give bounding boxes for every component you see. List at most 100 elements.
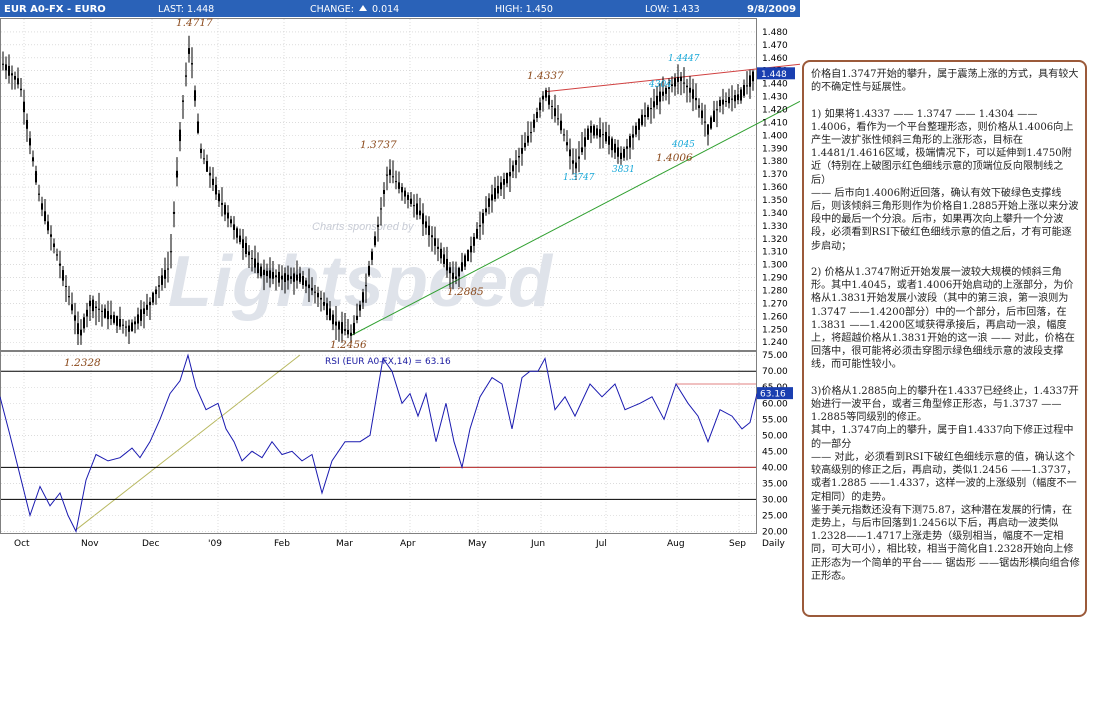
change-label: CHANGE: (310, 4, 354, 15)
candle-body (746, 85, 748, 87)
candle-body (377, 224, 379, 227)
x-tick-label: Mar (336, 539, 353, 549)
candle-body (356, 315, 358, 321)
candle-body (608, 136, 610, 145)
candle-body (266, 270, 268, 276)
price-y-tick: 1.290 (762, 274, 788, 284)
wave-label: 4045 (671, 140, 695, 150)
candle-body (83, 317, 85, 329)
candle-body (533, 119, 535, 128)
candle-body (47, 221, 49, 231)
candle-body (290, 276, 292, 279)
rsi-y-tick: 20.00 (762, 527, 788, 537)
price-y-tick: 1.310 (762, 248, 788, 258)
candle-body (101, 310, 103, 312)
candle-body (230, 219, 232, 224)
price-y-tick: 1.380 (762, 157, 788, 167)
candle-body (563, 134, 565, 136)
wave-label: 1.4006 (656, 152, 693, 164)
candle-body (560, 120, 562, 131)
candle-body (413, 205, 415, 207)
candle-body (428, 225, 430, 236)
candle-body (440, 248, 442, 259)
candle-body (269, 270, 271, 279)
candle-body (548, 95, 550, 105)
wave-label: 1.4447 (668, 54, 700, 64)
candle-body (257, 262, 259, 274)
x-tick-label: May (468, 539, 487, 549)
candle-body (8, 65, 10, 76)
candle-body (236, 228, 238, 238)
candle-body (323, 302, 325, 306)
candle-body (44, 211, 46, 222)
candle-body (365, 285, 367, 287)
candle-body (158, 285, 160, 287)
price-y-tick: 1.430 (762, 93, 788, 103)
candle-body (191, 63, 193, 65)
x-tick-label: Jun (530, 539, 545, 549)
wave-label: 1.4337 (527, 70, 564, 82)
price-y-tick: 1.350 (762, 196, 788, 206)
price-y-tick: 1.270 (762, 299, 788, 309)
chart-canvas: EUR A0-FX - EURO LAST: 1.448 CHANGE: 0.0… (0, 0, 800, 549)
candle-body (503, 179, 505, 185)
candle-body (68, 296, 70, 298)
candle-body (155, 289, 157, 295)
candle-body (299, 273, 301, 282)
candle-body (2, 63, 4, 65)
candle-body (461, 262, 463, 271)
candle-body (422, 213, 424, 225)
candle-body (488, 198, 490, 207)
candle-body (629, 135, 631, 148)
wave-label: 1.2885 (447, 286, 484, 298)
candle-body (185, 75, 187, 77)
candle-body (698, 105, 700, 109)
candle-body (539, 102, 541, 111)
candle-body (524, 142, 526, 148)
candle-body (395, 181, 397, 183)
candle-body (692, 89, 694, 99)
x-tick-label: Sep (729, 539, 746, 549)
candle-body (584, 137, 586, 147)
wave-label: 1.3737 (360, 139, 397, 151)
candle-body (95, 306, 97, 309)
candle-body (221, 202, 223, 205)
candle-body (11, 73, 13, 76)
candle-body (179, 129, 181, 142)
candle-body (311, 287, 313, 291)
candle-body (350, 332, 352, 336)
candle-body (14, 75, 16, 80)
candle-body (116, 316, 118, 326)
candle-body (353, 322, 355, 334)
price-y-tick: 1.250 (762, 325, 788, 335)
last-price: LAST: 1.448 (158, 4, 214, 15)
candle-body (38, 193, 40, 195)
candle-body (398, 182, 400, 189)
candle-body (659, 91, 661, 102)
candle-body (53, 243, 55, 248)
candle-body (29, 138, 31, 146)
rsi-title: RSI (EUR A0-FX,14) = 63.16 (325, 357, 451, 367)
change-value: 0.014 (372, 4, 399, 15)
candle-body (458, 267, 460, 277)
candle-body (674, 78, 676, 87)
rsi-y-tick: 35.00 (762, 479, 788, 489)
candle-body (437, 246, 439, 249)
candle-body (275, 275, 277, 278)
price-y-tick: 1.420 (762, 106, 788, 116)
candle-body (239, 235, 241, 243)
candle-body (119, 318, 121, 327)
price-y-tick: 1.370 (762, 170, 788, 180)
candle-body (251, 258, 253, 260)
candle-body (743, 85, 745, 96)
low-price: LOW: 1.433 (645, 4, 700, 15)
candle-body (149, 301, 151, 306)
candle-body (296, 274, 298, 281)
candle-body (209, 172, 211, 176)
candle-body (368, 265, 370, 276)
x-tick-label: Feb (274, 539, 290, 549)
candle-body (581, 147, 583, 153)
candle-body (92, 299, 94, 312)
candle-body (134, 321, 136, 325)
price-y-tick: 1.360 (762, 183, 788, 193)
